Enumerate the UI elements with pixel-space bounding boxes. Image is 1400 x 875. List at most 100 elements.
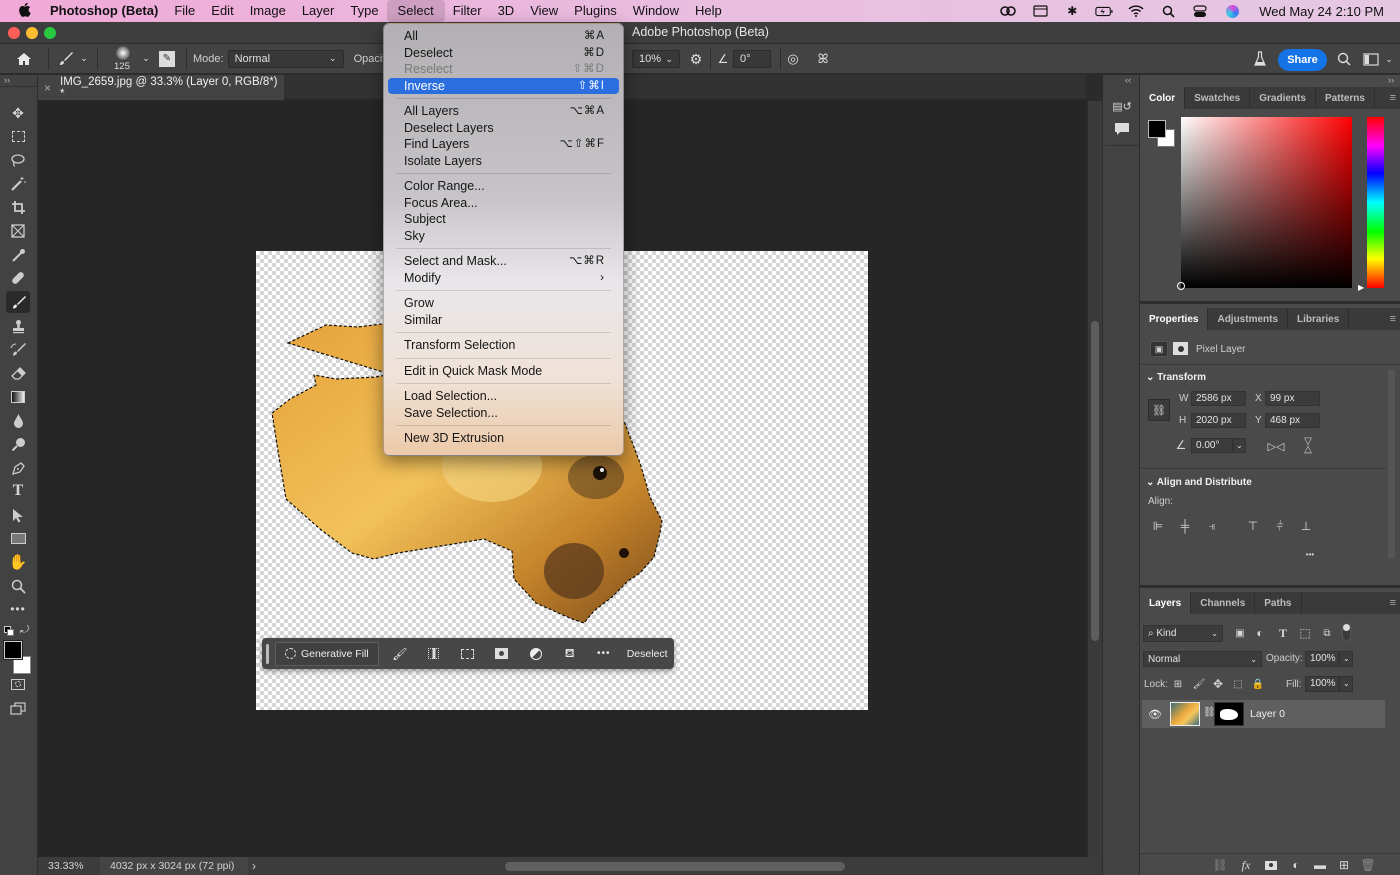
brush-options-gear-icon[interactable]: ⚙ [688, 51, 704, 67]
menu-item-sky[interactable]: Sky [384, 228, 623, 245]
select-subject-icon[interactable] [417, 648, 451, 659]
lock-position-icon[interactable]: ✥ [1212, 677, 1224, 691]
menu-item-grow[interactable]: Grow [384, 295, 623, 312]
layer-thumbnail[interactable] [1170, 702, 1200, 726]
height-input[interactable]: 2020 px [1191, 413, 1246, 428]
add-layer-style-fx-icon[interactable]: fx [1238, 858, 1254, 872]
brush-size-picker[interactable]: 125 [108, 44, 138, 74]
filter-shape-layers-icon[interactable]: ⬚ [1298, 626, 1312, 640]
menu-item-save-selection[interactable]: Save Selection... [384, 405, 623, 422]
zoom-window-button[interactable] [44, 27, 56, 39]
lasso-tool-icon[interactable] [6, 149, 30, 171]
home-icon[interactable] [6, 52, 42, 66]
menu-file[interactable]: File [166, 0, 203, 22]
flip-horizontal-icon[interactable]: ▷◁ [1268, 438, 1285, 454]
width-input[interactable]: 2586 px [1191, 391, 1246, 406]
move-tool-icon[interactable]: ✥ [6, 102, 30, 124]
hand-tool-icon[interactable]: ✋ [6, 551, 30, 573]
menu-window[interactable]: Window [625, 0, 687, 22]
zoom-level[interactable]: 33.33% [38, 860, 100, 872]
document-tab[interactable]: × IMG_2659.jpg @ 33.3% (Layer 0, RGB/8*)… [38, 75, 284, 100]
menu-edit[interactable]: Edit [203, 0, 241, 22]
color-field-picker[interactable] [1181, 117, 1352, 288]
lock-image-pixels-icon[interactable]: 🖌 [1193, 678, 1206, 690]
panel-menu-icon[interactable]: ≡ [1390, 597, 1396, 609]
filter-toggle-switch[interactable] [1342, 623, 1351, 641]
lock-all-icon[interactable]: 🔒 [1252, 678, 1264, 690]
tab-adjustments[interactable]: Adjustments [1208, 308, 1289, 330]
apple-logo-icon[interactable] [16, 2, 32, 20]
layer-mask-icon[interactable] [1173, 342, 1188, 355]
rotation-angle-dropdown[interactable]: ⌄ [1233, 438, 1246, 453]
tab-channels[interactable]: Channels [1191, 592, 1256, 614]
tab-libraries[interactable]: Libraries [1288, 308, 1350, 330]
lock-transparent-pixels-icon[interactable]: ⊞ [1172, 678, 1184, 690]
background-color-swatch[interactable] [4, 641, 22, 659]
layer-fill-input[interactable]: 100% [1305, 676, 1339, 692]
color-field-cursor[interactable] [1177, 282, 1185, 290]
document-dimensions[interactable]: 4032 px x 3024 px (72 ppi) [100, 857, 248, 875]
collapse-dock-icon[interactable]: ‹‹ [1125, 75, 1131, 85]
x-input[interactable]: 99 px [1265, 391, 1320, 406]
symmetry-butterfly-icon[interactable]: ꕤ [814, 51, 832, 67]
battery-icon[interactable] [1095, 4, 1113, 18]
brush-settings-panel-icon[interactable]: ✎ [154, 50, 180, 67]
window-screen-icon[interactable] [1031, 4, 1049, 18]
brush-preset-icon[interactable] [55, 51, 77, 67]
align-right-edges-icon[interactable]: ⫣ [1205, 519, 1219, 533]
align-distribute-section-header[interactable]: ⌄ Align and Distribute [1146, 477, 1252, 488]
history-brush-tool-icon[interactable] [6, 338, 30, 360]
menu-3d[interactable]: 3D [490, 0, 523, 22]
spotlight-search-icon[interactable] [1159, 4, 1177, 18]
menu-filter[interactable]: Filter [445, 0, 490, 22]
rectangle-tool-icon[interactable] [6, 527, 30, 549]
tab-patterns[interactable]: Patterns [1316, 87, 1375, 109]
modify-selection-brush-icon[interactable]: 🖌 [383, 647, 417, 661]
menu-app-name[interactable]: Photoshop (Beta) [46, 0, 166, 22]
menu-item-transform-selection[interactable]: Transform Selection [384, 337, 623, 354]
filter-smart-objects-icon[interactable]: ⧉ [1320, 626, 1334, 640]
mode-select[interactable]: Normal ⌄ [227, 49, 344, 68]
bluetooth-icon[interactable]: ✱ [1063, 4, 1081, 18]
brush-tool-icon[interactable] [6, 291, 30, 313]
menu-item-edit-in-quick-mask-mode[interactable]: Edit in Quick Mask Mode [384, 363, 623, 380]
pixel-layer-icon[interactable]: ▣ [1150, 341, 1168, 357]
tab-paths[interactable]: Paths [1255, 592, 1302, 614]
marquee-tool-icon[interactable] [6, 125, 30, 147]
healing-brush-tool-icon[interactable] [6, 267, 30, 289]
blur-tool-icon[interactable] [6, 409, 30, 431]
wifi-icon[interactable] [1127, 4, 1145, 18]
delete-layer-trash-icon[interactable]: 🗑 [1360, 858, 1376, 872]
menu-item-find-layers[interactable]: Find Layers ⌥⇧⌘F [384, 136, 623, 153]
align-top-edges-icon[interactable]: ⊤ [1246, 519, 1260, 533]
control-center-icon[interactable] [1191, 4, 1209, 18]
layer-row[interactable]: 👁 ⛓ Layer 0 [1142, 700, 1385, 728]
menu-item-load-selection[interactable]: Load Selection... [384, 388, 623, 405]
menu-type[interactable]: Type [342, 0, 386, 22]
add-mask-icon[interactable] [1263, 858, 1279, 872]
panel-menu-icon[interactable]: ≡ [1390, 92, 1396, 104]
generative-fill-button[interactable]: Generative Fill [275, 641, 379, 666]
properties-scrollbar[interactable] [1388, 369, 1395, 559]
new-group-folder-icon[interactable]: ▬ [1312, 858, 1328, 872]
dodge-tool-icon[interactable] [6, 433, 30, 455]
more-options-icon[interactable]: ••• [587, 648, 621, 659]
menu-item-inverse[interactable]: Inverse ⇧⌘I [388, 77, 619, 94]
menu-item-color-range[interactable]: Color Range... [384, 178, 623, 195]
menu-help[interactable]: Help [687, 0, 730, 22]
filter-type-layers-icon[interactable]: T [1276, 626, 1290, 640]
hue-slider[interactable] [1367, 117, 1384, 288]
create-mask-icon[interactable] [485, 648, 519, 659]
layer-mask-thumbnail[interactable] [1214, 702, 1244, 726]
comments-panel-icon[interactable] [1113, 121, 1131, 137]
screen-mode-icon[interactable] [6, 697, 30, 719]
layer-name[interactable]: Layer 0 [1250, 708, 1285, 720]
menu-item-select-and-mask[interactable]: Select and Mask... ⌥⌘R [384, 253, 623, 270]
filter-pixel-layers-icon[interactable]: ▣ [1233, 626, 1247, 640]
chevron-down-icon[interactable]: ⌄ [1384, 52, 1394, 66]
menu-item-focus-area[interactable]: Focus Area... [384, 195, 623, 212]
siri-icon[interactable] [1223, 4, 1241, 18]
menubar-clock[interactable]: Wed May 24 2:10 PM [1259, 4, 1384, 19]
tab-color[interactable]: Color [1140, 87, 1186, 109]
flip-vertical-icon[interactable]: ▽ △ [1300, 437, 1316, 455]
